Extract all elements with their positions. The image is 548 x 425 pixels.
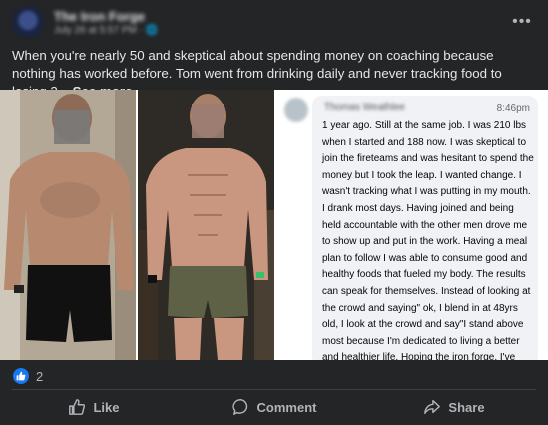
comment-screenshot: Thomas Weathlee 8:46pm 1 year ago. Still… — [274, 90, 548, 360]
share-label: Share — [448, 399, 485, 415]
post-header: The Iron Forge July 26 at 5:57 PM · 🌐 ••… — [0, 0, 548, 42]
like-icon — [69, 399, 86, 415]
actions-divider — [12, 389, 536, 390]
comment-icon — [231, 399, 247, 415]
share-icon — [424, 399, 441, 415]
page-name[interactable]: The Iron Forge — [54, 9, 145, 24]
page-avatar[interactable] — [12, 6, 44, 38]
comment-button[interactable]: Comment — [184, 392, 364, 422]
commenter-name: Thomas Weathlee — [324, 102, 405, 113]
more-dots-icon: ••• — [512, 13, 532, 30]
before-photo[interactable] — [0, 90, 136, 360]
like-button[interactable]: Like — [4, 392, 184, 422]
more-options-button[interactable]: ••• — [508, 8, 536, 36]
post-timestamp[interactable]: July 26 at 5:57 PM · 🌐 — [54, 25, 158, 36]
share-button[interactable]: Share — [364, 392, 544, 422]
after-photo[interactable] — [138, 90, 274, 360]
comment-bubble: Thomas Weathlee 8:46pm 1 year ago. Still… — [312, 96, 538, 360]
like-label: Like — [93, 399, 120, 415]
post-actions: Like Comment Share — [4, 392, 544, 422]
comment-text: 1 year ago. Still at the same job. I was… — [322, 120, 534, 360]
post-media[interactable]: Thomas Weathlee 8:46pm 1 year ago. Still… — [0, 90, 548, 360]
comment-label: Comment — [256, 399, 317, 415]
commenter-avatar — [284, 98, 308, 122]
comment-time: 8:46pm — [496, 103, 530, 114]
reaction-summary[interactable]: 2 — [12, 367, 43, 385]
before-body-image — [0, 90, 136, 360]
reaction-count: 2 — [36, 368, 44, 384]
after-body-image — [138, 90, 274, 360]
thumbs-up-icon — [12, 367, 30, 385]
